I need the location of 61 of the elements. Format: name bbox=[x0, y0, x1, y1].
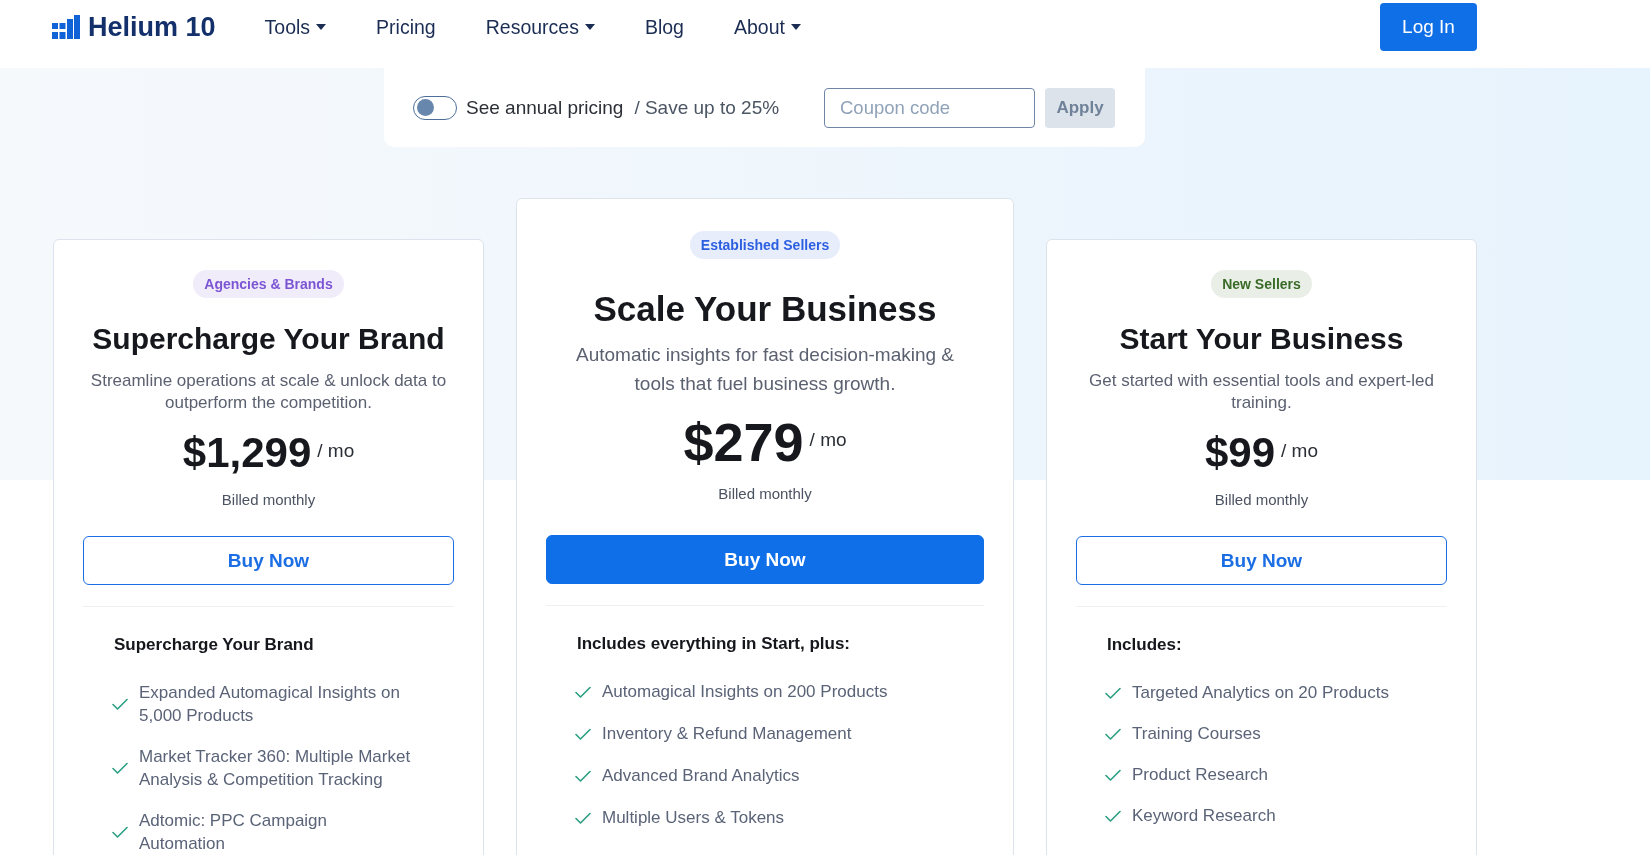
price: $279 bbox=[683, 411, 804, 473]
buy-now-button[interactable]: Buy Now bbox=[1076, 536, 1447, 585]
price-period: / mo bbox=[809, 428, 847, 452]
check-icon bbox=[1105, 809, 1121, 822]
plan-badge: New Sellers bbox=[1211, 270, 1312, 298]
feature-text: Market Tracker 360: Multiple Market Analysis & Competition Tracking bbox=[139, 746, 412, 791]
caret-icon bbox=[790, 24, 801, 30]
check-icon bbox=[1105, 686, 1121, 699]
price: $99 bbox=[1205, 428, 1276, 478]
feature-text: Inventory & Refund Management bbox=[602, 723, 852, 745]
feature-text: Expanded Automagical Insights on 5,000 Products bbox=[139, 682, 401, 727]
buy-now-button[interactable]: Buy Now bbox=[546, 535, 984, 584]
check-icon bbox=[1105, 768, 1121, 781]
plan-description: Get started with essential tools and expert-led training. bbox=[1088, 370, 1435, 414]
check-icon bbox=[112, 762, 128, 774]
plan-badge: Established Sellers bbox=[689, 231, 841, 259]
plan-title: Supercharge Your Brand bbox=[91, 321, 446, 357]
features-heading: Includes: bbox=[1107, 634, 1183, 656]
features-heading: Includes everything in Start, plus: bbox=[577, 633, 851, 655]
feature-text: Product Research bbox=[1132, 764, 1269, 786]
features-heading: Supercharge Your Brand bbox=[114, 634, 315, 656]
price-period: / mo bbox=[317, 439, 355, 463]
feature-text: Adtomic: PPC Campaign Automation bbox=[139, 810, 329, 855]
check-icon bbox=[112, 826, 128, 838]
feature-text: Multiple Users & Tokens bbox=[602, 807, 785, 829]
check-icon bbox=[575, 811, 591, 824]
check-icon bbox=[575, 727, 591, 740]
bar-chart-icon bbox=[52, 15, 80, 39]
feature-text: Keyword Research bbox=[1132, 805, 1276, 827]
check-icon bbox=[575, 685, 591, 698]
price: $1,299 bbox=[182, 428, 312, 478]
nav-link[interactable]: Tools bbox=[264, 15, 327, 39]
plan-title: Start Your Business bbox=[1118, 321, 1405, 357]
plan-description: Automatic insights for fast decision-making & tools that fuel business growth. bbox=[574, 343, 956, 396]
logo-link[interactable]: Helium 10 bbox=[52, 11, 216, 43]
plan-description: Streamline operations at scale & unlock data to outperform the competition. bbox=[89, 370, 448, 414]
buy-now-button[interactable]: Buy Now bbox=[83, 536, 454, 585]
nav-link[interactable]: Pricing bbox=[376, 15, 436, 39]
plan-badge: Agencies & Brands bbox=[193, 270, 344, 298]
toggle-label: See annual pricing bbox=[466, 96, 624, 119]
plan-title: Scale Your Business bbox=[592, 288, 938, 330]
price-period: / mo bbox=[1281, 439, 1318, 463]
billing-note: Billed monthly bbox=[1213, 490, 1310, 510]
feature-text: Automagical Insights on 200 Products bbox=[602, 681, 888, 703]
coupon-code-field[interactable]: Coupon code bbox=[824, 87, 1035, 128]
billing-note: Billed monthly bbox=[717, 484, 813, 504]
feature-text: Training Courses bbox=[1132, 723, 1261, 745]
billing-note: Billed monthly bbox=[220, 490, 317, 510]
save-note: / Save up to 25% bbox=[634, 96, 780, 119]
nav-link[interactable]: Blog bbox=[644, 15, 684, 39]
feature-text: Advanced Brand Analytics bbox=[602, 765, 800, 787]
login-button[interactable]: Log In bbox=[1380, 3, 1477, 51]
caret-icon bbox=[316, 24, 327, 30]
toggle-switch[interactable] bbox=[413, 95, 457, 120]
check-icon bbox=[112, 698, 128, 710]
check-icon bbox=[575, 769, 591, 782]
nav-link[interactable]: Resources bbox=[485, 15, 595, 39]
feature-text: Targeted Analytics on 20 Products bbox=[1132, 682, 1390, 704]
nav-link[interactable]: About bbox=[733, 15, 801, 39]
caret-icon bbox=[584, 24, 595, 30]
check-icon bbox=[1105, 727, 1121, 740]
